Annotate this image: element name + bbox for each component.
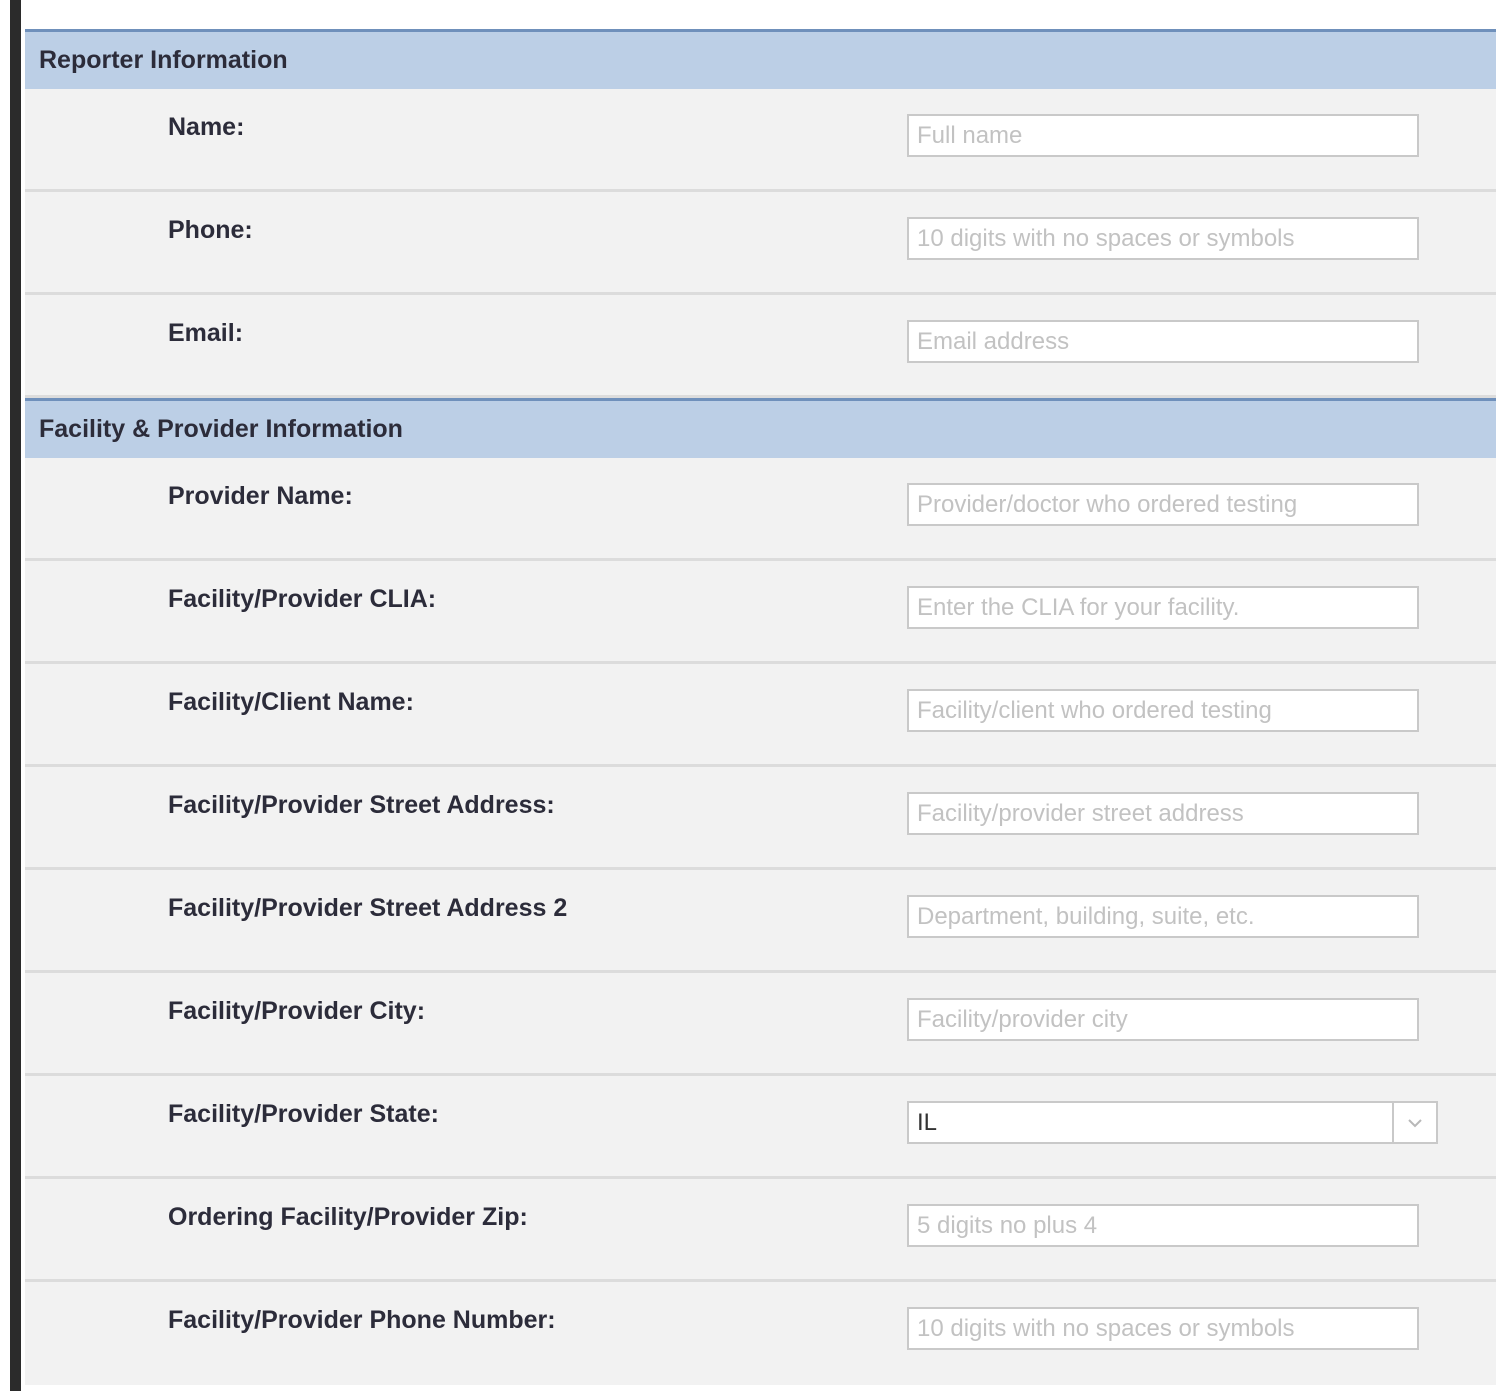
provider-phone-label: Facility/Provider Phone Number: xyxy=(168,1306,556,1334)
left-border-bar xyxy=(10,0,21,1391)
zip-input[interactable] xyxy=(907,1204,1419,1247)
form-row-client-name: Facility/Client Name: xyxy=(25,664,1496,767)
form-page: Reporter Information Name: Phone: Email:… xyxy=(0,0,1496,1391)
state-select[interactable]: IL xyxy=(907,1101,1438,1144)
name-label: Name: xyxy=(168,113,245,141)
city-label: Facility/Provider City: xyxy=(168,997,426,1025)
section-title: Facility & Provider Information xyxy=(39,415,403,443)
street-address-2-label: Facility/Provider Street Address 2 xyxy=(168,894,568,922)
form-row-zip: Ordering Facility/Provider Zip: xyxy=(25,1179,1496,1282)
form-row-street-address: Facility/Provider Street Address: xyxy=(25,767,1496,870)
zip-label: Ordering Facility/Provider Zip: xyxy=(168,1203,528,1231)
form-row-clia: Facility/Provider CLIA: xyxy=(25,561,1496,664)
city-input[interactable] xyxy=(907,998,1419,1041)
provider-name-label: Provider Name: xyxy=(168,482,353,510)
provider-phone-input[interactable] xyxy=(907,1307,1419,1350)
client-name-input[interactable] xyxy=(907,689,1419,732)
clia-input[interactable] xyxy=(907,586,1419,629)
name-input[interactable] xyxy=(907,114,1419,157)
client-name-label: Facility/Client Name: xyxy=(168,688,414,716)
form-row-street-address-2: Facility/Provider Street Address 2 xyxy=(25,870,1496,973)
report-form: Reporter Information Name: Phone: Email:… xyxy=(25,29,1496,1385)
section-title: Reporter Information xyxy=(39,46,288,74)
email-input[interactable] xyxy=(907,320,1419,363)
email-label: Email: xyxy=(168,319,244,347)
state-label: Facility/Provider State: xyxy=(168,1100,439,1128)
form-row-email: Email: xyxy=(25,295,1496,398)
section-header-reporter: Reporter Information xyxy=(25,29,1496,89)
form-row-state: Facility/Provider State: IL xyxy=(25,1076,1496,1179)
form-row-city: Facility/Provider City: xyxy=(25,973,1496,1076)
state-select-value: IL xyxy=(917,1109,938,1136)
section-header-facility: Facility & Provider Information xyxy=(25,398,1496,458)
clia-label: Facility/Provider CLIA: xyxy=(168,585,437,613)
form-row-provider-phone: Facility/Provider Phone Number: xyxy=(25,1282,1496,1385)
phone-label: Phone: xyxy=(168,216,253,244)
state-dropdown-button[interactable] xyxy=(1392,1103,1436,1142)
street-address-input[interactable] xyxy=(907,792,1419,835)
form-row-provider-name: Provider Name: xyxy=(25,458,1496,561)
provider-name-input[interactable] xyxy=(907,483,1419,526)
form-row-name: Name: xyxy=(25,89,1496,192)
phone-input[interactable] xyxy=(907,217,1419,260)
street-address-label: Facility/Provider Street Address: xyxy=(168,791,555,819)
form-row-phone: Phone: xyxy=(25,192,1496,295)
street-address-2-input[interactable] xyxy=(907,895,1419,938)
chevron-down-icon xyxy=(1408,1118,1422,1127)
